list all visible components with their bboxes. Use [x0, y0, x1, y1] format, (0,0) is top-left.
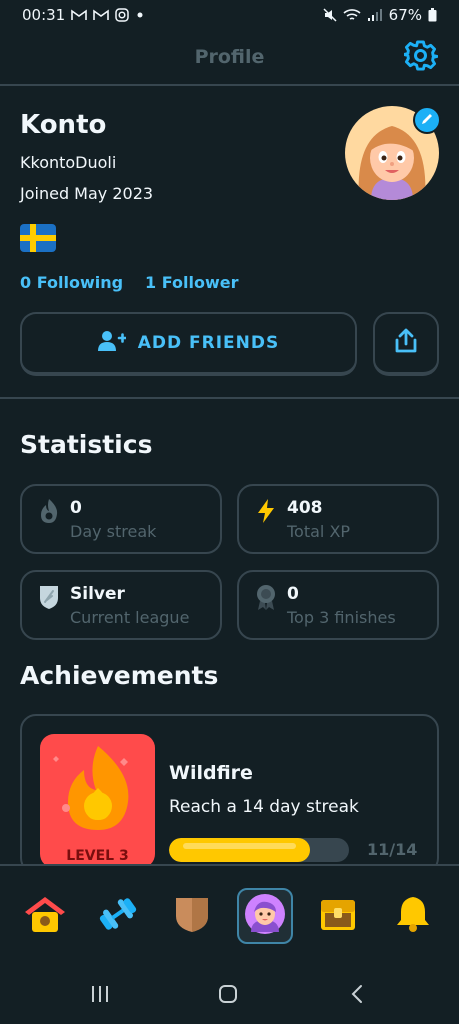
- stat-card-league: Silver Current league: [20, 570, 222, 640]
- nav-profile[interactable]: [237, 888, 293, 944]
- profile-section: Konto KkontoDuoli Joined May 2023 0 Foll…: [0, 88, 459, 398]
- achievement-description: Reach a 14 day streak: [169, 797, 359, 817]
- sweden-flag-icon[interactable]: [20, 224, 56, 252]
- gmail-icon: [71, 9, 88, 21]
- stat-label: Top 3 finishes: [287, 608, 396, 627]
- pencil-icon: [420, 111, 434, 130]
- nav-practice[interactable]: [90, 888, 146, 944]
- nav-home[interactable]: [17, 888, 73, 944]
- share-button[interactable]: [373, 312, 439, 376]
- back-button[interactable]: [337, 982, 377, 1010]
- add-person-icon: [97, 330, 128, 356]
- stat-card-xp: 408 Total XP: [237, 484, 439, 554]
- status-time: 00:31: [22, 6, 66, 24]
- system-nav-bar: [0, 968, 459, 1024]
- status-bar: 00:31 67%: [0, 0, 459, 30]
- profile-username: KkontoDuoli: [20, 153, 117, 172]
- edit-avatar-button[interactable]: [413, 106, 441, 134]
- achievement-badge: LEVEL 3: [40, 734, 155, 868]
- profile-avatar-icon: [243, 892, 287, 940]
- achievement-progress-fill: [169, 838, 311, 862]
- achievement-title: Wildfire: [169, 762, 253, 784]
- bottom-nav: [0, 864, 459, 968]
- nav-notifications[interactable]: [385, 888, 441, 944]
- lightning-icon: [253, 498, 279, 524]
- recent-apps-button[interactable]: [80, 982, 120, 1010]
- bell-icon: [393, 894, 433, 938]
- followers-link[interactable]: 1 Follower: [145, 273, 238, 292]
- back-chevron-icon: [350, 984, 364, 1008]
- silver-league-shield-icon: [36, 584, 62, 610]
- mute-icon: [323, 8, 337, 22]
- home-birdhouse-icon: [23, 894, 67, 938]
- stat-value: 408: [287, 498, 323, 518]
- add-friends-label: ADD FRIENDS: [137, 333, 280, 353]
- app-header: Profile: [0, 30, 459, 86]
- achievements-title: Achievements: [20, 661, 219, 690]
- home-circle-icon: [218, 984, 238, 1008]
- stat-label: Total XP: [287, 522, 351, 541]
- add-friends-button[interactable]: ADD FRIENDS: [20, 312, 357, 376]
- recent-apps-icon: [90, 985, 110, 1007]
- home-button[interactable]: [208, 982, 248, 1010]
- joined-date: Joined May 2023: [20, 184, 154, 203]
- medal-icon: [253, 584, 279, 610]
- stat-card-streak: 0 Day streak: [20, 484, 222, 554]
- notification-dot-icon: [135, 10, 145, 20]
- following-link[interactable]: 0 Following: [20, 273, 123, 292]
- stat-label: Current league: [70, 608, 190, 627]
- settings-button[interactable]: [402, 39, 439, 77]
- stat-value: Silver: [70, 584, 125, 604]
- section-divider: [0, 397, 459, 399]
- stat-label: Day streak: [70, 522, 157, 541]
- achievement-progress-text: 11/14: [367, 840, 418, 859]
- follow-row: 0 Following 1 Follower: [20, 273, 239, 292]
- league-shield-icon: [172, 894, 212, 938]
- nav-shop[interactable]: [310, 888, 366, 944]
- signal-icon: [367, 8, 383, 22]
- share-icon: [394, 328, 418, 358]
- battery-percent: 67%: [388, 6, 422, 24]
- page-title: Profile: [194, 46, 265, 68]
- stat-value: 0: [287, 584, 299, 604]
- nav-leagues[interactable]: [164, 888, 220, 944]
- progress-shine: [183, 843, 297, 849]
- achievement-card[interactable]: LEVEL 3 Wildfire Reach a 14 day streak 1…: [20, 714, 439, 874]
- achievement-level: LEVEL 3: [66, 848, 129, 864]
- dumbbell-icon: [96, 894, 140, 938]
- instagram-icon: [115, 8, 129, 22]
- gear-icon: [402, 39, 439, 77]
- statistics-title: Statistics: [20, 430, 153, 459]
- flame-icon: [36, 498, 62, 524]
- profile-name: Konto: [20, 110, 107, 140]
- wifi-icon: [343, 8, 361, 22]
- achievement-progress-bar: [169, 838, 349, 862]
- avatar-container: [345, 106, 441, 200]
- stat-value: 0: [70, 498, 82, 518]
- gmail-icon: [93, 9, 110, 21]
- treasure-chest-icon: [318, 894, 358, 938]
- stat-card-top3: 0 Top 3 finishes: [237, 570, 439, 640]
- battery-icon: [428, 8, 437, 22]
